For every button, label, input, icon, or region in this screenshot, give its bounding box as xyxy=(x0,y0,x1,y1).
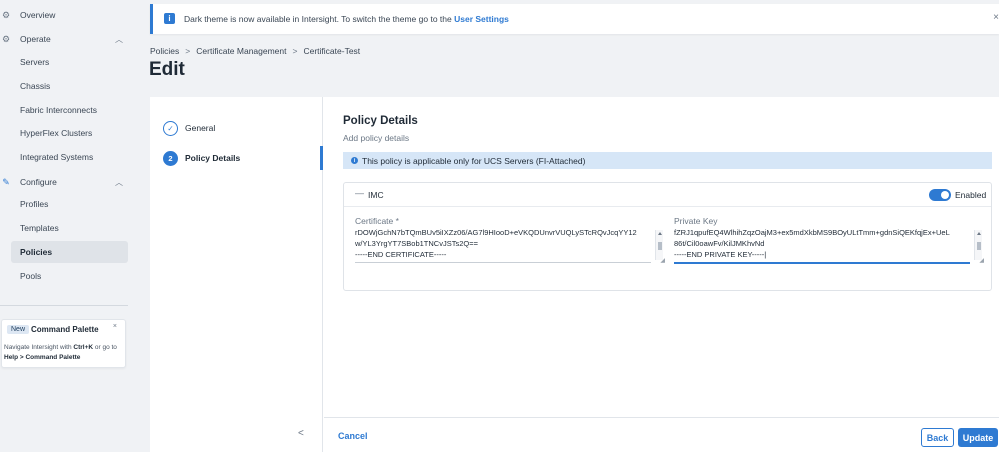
sidebar-item-templates[interactable]: Templates xyxy=(0,217,128,239)
info-icon: i xyxy=(164,13,175,24)
cancel-button[interactable]: Cancel xyxy=(338,431,368,441)
sidebar-item-label: Integrated Systems xyxy=(20,152,94,162)
command-palette-shortcut: Ctrl+K xyxy=(73,344,94,351)
step-label: Policy Details xyxy=(185,153,241,163)
imc-card: — IMC Enabled Certificate * rDOWjGchN7bT… xyxy=(343,182,992,291)
sidebar-item-label: Chassis xyxy=(20,81,51,91)
private-key-field: Private Key fZRJ1qpufEQ4WlhihZqzOajM3+ex… xyxy=(674,216,984,268)
chevron-left-icon[interactable]: < xyxy=(298,428,304,439)
breadcrumb-policies[interactable]: Policies xyxy=(150,46,179,56)
chevron-right-icon: > xyxy=(185,46,191,56)
breadcrumb: Policies > Certificate Management > Cert… xyxy=(150,46,360,56)
sidebar-item-chassis[interactable]: Chassis xyxy=(0,75,128,97)
sidebar-item-hyperflex-clusters[interactable]: HyperFlex Clusters xyxy=(0,122,128,144)
sidebar-item-label: Templates xyxy=(20,223,59,233)
step-policy-details[interactable]: 2 Policy Details xyxy=(163,150,240,166)
sidebar-item-servers[interactable]: Servers xyxy=(0,51,128,73)
sidebar-item-label: Overview xyxy=(20,10,56,20)
update-button[interactable]: Update xyxy=(958,428,998,447)
overview-icon: ⚙ xyxy=(1,9,11,20)
breadcrumb-certificate-test: Certificate-Test xyxy=(303,46,361,56)
certificate-field: Certificate * rDOWjGchN7bTQmBUv5iIXZz06/… xyxy=(355,216,665,268)
private-key-line: fZRJ1qpufEQ4WlhihZqzOajM3+ex5mdXkbMS9BOy… xyxy=(674,228,950,237)
sidebar-item-label: Servers xyxy=(20,57,50,67)
chevron-right-icon: > xyxy=(292,46,298,56)
back-button[interactable]: Back xyxy=(921,428,954,447)
sidebar-item-label: HyperFlex Clusters xyxy=(20,128,93,138)
sidebar-item-label: Configure xyxy=(20,177,57,187)
sidebar-divider xyxy=(0,305,128,306)
command-palette-path: Help > Command Palette xyxy=(4,353,81,361)
sidebar-item-integrated-systems[interactable]: Integrated Systems xyxy=(0,146,128,168)
active-step-indicator xyxy=(320,146,323,170)
breadcrumb-certificate-management[interactable]: Certificate Management xyxy=(196,46,286,56)
resize-handle-icon[interactable]: ◢ xyxy=(660,257,665,264)
section-title: Policy Details xyxy=(343,115,418,127)
sidebar: ⚙ Overview ⚙ Operate ︿ Servers Chassis F… xyxy=(0,0,138,452)
command-palette-title: Command Palette xyxy=(31,325,99,334)
collapse-icon[interactable]: — xyxy=(355,188,364,198)
command-palette-text-mid: or go to xyxy=(93,344,117,351)
wizard-panel: ✓ General 2 Policy Details < Policy Deta… xyxy=(150,97,999,452)
sidebar-item-overview[interactable]: ⚙ Overview xyxy=(0,4,128,26)
wizard-footer: Cancel Back Update xyxy=(324,417,999,452)
certificate-line: w/YL3YrgYT7SBob1TNCvJSTs2Q== xyxy=(355,239,478,248)
section-subtitle: Add policy details xyxy=(343,133,410,143)
chevron-up-icon: ︿ xyxy=(115,34,123,44)
private-key-label: Private Key xyxy=(674,216,718,226)
step-label: General xyxy=(185,123,216,133)
certificate-line: -----END CERTIFICATE----- xyxy=(355,250,447,259)
configure-icon: ✎ xyxy=(2,176,10,187)
operate-icon: ⚙ xyxy=(1,33,11,44)
enabled-toggle[interactable] xyxy=(929,189,951,201)
scrollbar[interactable] xyxy=(655,230,663,260)
field-underline xyxy=(355,262,651,263)
sidebar-item-label: Fabric Interconnects xyxy=(20,105,98,115)
page-title: Edit xyxy=(149,59,185,80)
sidebar-item-policies[interactable]: Policies xyxy=(11,241,128,263)
certificate-label: Certificate * xyxy=(355,216,399,226)
sidebar-item-pools[interactable]: Pools xyxy=(0,265,128,287)
command-palette-text: Navigate Intersight with Ctrl+K or go to… xyxy=(4,343,122,362)
sidebar-item-fabric-interconnects[interactable]: Fabric Interconnects xyxy=(0,99,128,121)
sidebar-item-profiles[interactable]: Profiles xyxy=(0,193,128,215)
toggle-label: Enabled xyxy=(955,190,987,200)
close-icon[interactable]: × xyxy=(113,323,117,330)
step-number: 2 xyxy=(163,150,178,166)
sidebar-item-operate[interactable]: ⚙ Operate ︿ xyxy=(0,28,128,50)
command-palette-text-prefix: Navigate Intersight with xyxy=(4,344,74,351)
imc-title: IMC xyxy=(368,190,384,200)
banner-text: Dark theme is now available in Intersigh… xyxy=(184,14,509,24)
sidebar-item-label: Profiles xyxy=(20,199,49,209)
user-settings-link[interactable]: User Settings xyxy=(454,14,509,24)
check-icon: ✓ xyxy=(163,120,178,136)
toggle-knob xyxy=(941,191,949,199)
scrollbar[interactable] xyxy=(974,230,982,260)
info-message: i This policy is applicable only for UCS… xyxy=(343,152,992,169)
sidebar-item-configure[interactable]: ✎ Configure ︿ xyxy=(0,171,128,193)
banner-message: Dark theme is now available in Intersigh… xyxy=(184,14,455,24)
resize-handle-icon[interactable]: ◢ xyxy=(979,257,984,264)
new-badge: New xyxy=(7,325,30,334)
command-palette-card: New Command Palette × Navigate Intersigh… xyxy=(1,319,126,368)
notification-banner: i Dark theme is now available in Intersi… xyxy=(150,4,999,34)
private-key-line: -----END PRIVATE KEY-----| xyxy=(674,250,767,259)
info-text: This policy is applicable only for UCS S… xyxy=(362,156,586,166)
private-key-textarea[interactable]: fZRJ1qpufEQ4WlhihZqzOajM3+ex5mdXkbMS9BOy… xyxy=(674,228,982,263)
info-icon: i xyxy=(351,157,358,164)
sidebar-item-label: Operate xyxy=(20,34,51,44)
sidebar-item-label: Policies xyxy=(20,247,53,257)
certificate-textarea[interactable]: rDOWjGchN7bTQmBUv5iIXZz06/AG7l9HIooD+eVK… xyxy=(355,228,663,263)
wizard-steps: ✓ General 2 Policy Details < xyxy=(150,97,323,452)
policy-details-content: Policy Details Add policy details i This… xyxy=(324,97,999,452)
private-key-line: 86t/Cil0oawFv/KilJMKhvNd xyxy=(674,239,765,248)
step-general[interactable]: ✓ General xyxy=(163,120,215,136)
certificate-line: rDOWjGchN7bTQmBUv5iIXZz06/AG7l9HIooD+eVK… xyxy=(355,228,637,237)
field-underline xyxy=(674,262,970,264)
imc-header: — IMC Enabled xyxy=(344,183,991,207)
sidebar-item-label: Pools xyxy=(20,271,42,281)
close-icon[interactable]: × xyxy=(993,12,999,23)
chevron-up-icon: ︿ xyxy=(115,177,123,187)
